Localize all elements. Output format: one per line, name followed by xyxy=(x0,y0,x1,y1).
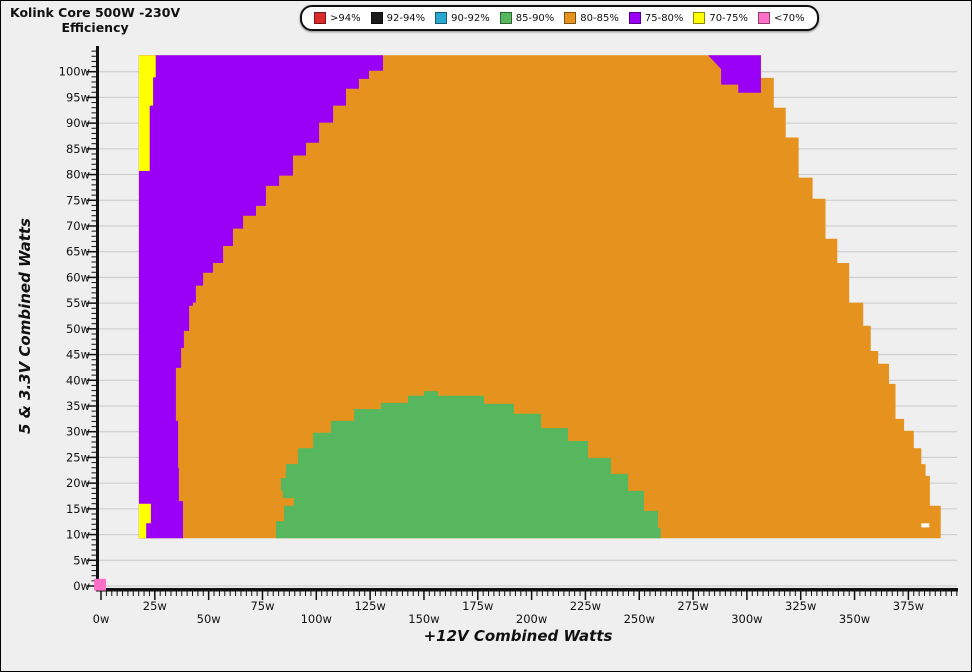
svg-text:225w: 225w xyxy=(570,599,601,613)
svg-text:60w: 60w xyxy=(66,270,90,284)
legend-swatch-icon xyxy=(314,12,326,24)
svg-text:100w: 100w xyxy=(59,65,90,79)
efficiency-chart-window: Kolink Core 500W -230V Efficiency >94% 92… xyxy=(0,0,972,672)
svg-text:55w: 55w xyxy=(66,296,90,310)
chart-title-line1: Kolink Core 500W -230V xyxy=(10,5,180,20)
svg-text:90w: 90w xyxy=(66,116,90,130)
legend-swatch-icon xyxy=(564,12,576,24)
svg-text:25w: 25w xyxy=(143,599,167,613)
svg-text:45w: 45w xyxy=(66,348,90,362)
svg-text:15w: 15w xyxy=(66,502,90,516)
svg-text:0w: 0w xyxy=(93,612,110,626)
legend-swatch-icon xyxy=(758,12,770,24)
legend-swatch-icon xyxy=(371,12,383,24)
svg-text:35w: 35w xyxy=(66,399,90,413)
svg-text:300w: 300w xyxy=(731,612,762,626)
y-axis-title: 5 & 3.3V Combined Watts xyxy=(16,218,34,434)
legend-item: 75-80% xyxy=(629,12,684,24)
svg-text:200w: 200w xyxy=(516,612,547,626)
x-axis-title: +12V Combined Watts xyxy=(424,627,613,645)
svg-text:150w: 150w xyxy=(408,612,439,626)
svg-text:65w: 65w xyxy=(66,245,90,259)
svg-text:250w: 250w xyxy=(624,612,655,626)
svg-text:20w: 20w xyxy=(66,476,90,490)
legend-item: <70% xyxy=(758,12,805,24)
svg-text:5w: 5w xyxy=(73,553,90,567)
legend-item: 92-94% xyxy=(371,12,426,24)
legend-label: 92-94% xyxy=(387,13,426,24)
chart-title-line2: Efficiency xyxy=(10,20,180,35)
svg-text:70w: 70w xyxy=(66,219,90,233)
legend-label: 80-85% xyxy=(580,13,619,24)
svg-text:0w: 0w xyxy=(73,579,90,593)
svg-text:375w: 375w xyxy=(893,599,924,613)
legend-label: <70% xyxy=(774,13,805,24)
legend-item: 70-75% xyxy=(693,12,748,24)
svg-text:50w: 50w xyxy=(197,612,221,626)
efficiency-heatmap-plot: 0w 25w 50w 75w 100w 125w 150w 175w 200w 225w 250w 2… xyxy=(1,1,971,671)
svg-text:275w: 275w xyxy=(677,599,708,613)
chart-title: Kolink Core 500W -230V Efficiency xyxy=(10,5,180,35)
svg-text:50w: 50w xyxy=(66,322,90,336)
svg-text:85w: 85w xyxy=(66,142,90,156)
svg-text:40w: 40w xyxy=(66,373,90,387)
legend: >94% 92-94% 90-92% 85-90% 80-85% 75-80% 70-75%… xyxy=(300,5,819,31)
svg-text:10w: 10w xyxy=(66,528,90,542)
legend-item: 85-90% xyxy=(500,12,555,24)
legend-label: >94% xyxy=(330,13,361,24)
region-marker-dash xyxy=(921,523,929,527)
efficiency-regions xyxy=(94,55,941,590)
svg-text:350w: 350w xyxy=(839,612,870,626)
legend-item: 80-85% xyxy=(564,12,619,24)
legend-swatch-icon xyxy=(693,12,705,24)
legend-item: 90-92% xyxy=(435,12,490,24)
legend-swatch-icon xyxy=(629,12,641,24)
legend-swatch-icon xyxy=(500,12,512,24)
svg-text:125w: 125w xyxy=(354,599,385,613)
region-origin-under-70 xyxy=(94,579,106,591)
legend-label: 75-80% xyxy=(645,13,684,24)
svg-text:25w: 25w xyxy=(66,450,90,464)
legend-label: 90-92% xyxy=(451,13,490,24)
legend-item: >94% xyxy=(314,12,361,24)
legend-label: 85-90% xyxy=(516,13,555,24)
svg-text:100w: 100w xyxy=(301,612,332,626)
svg-text:30w: 30w xyxy=(66,425,90,439)
svg-text:95w: 95w xyxy=(66,90,90,104)
svg-text:325w: 325w xyxy=(785,599,816,613)
svg-text:75w: 75w xyxy=(250,599,274,613)
svg-text:175w: 175w xyxy=(462,599,493,613)
legend-swatch-icon xyxy=(435,12,447,24)
legend-label: 70-75% xyxy=(709,13,748,24)
svg-text:80w: 80w xyxy=(66,168,90,182)
svg-text:75w: 75w xyxy=(66,193,90,207)
